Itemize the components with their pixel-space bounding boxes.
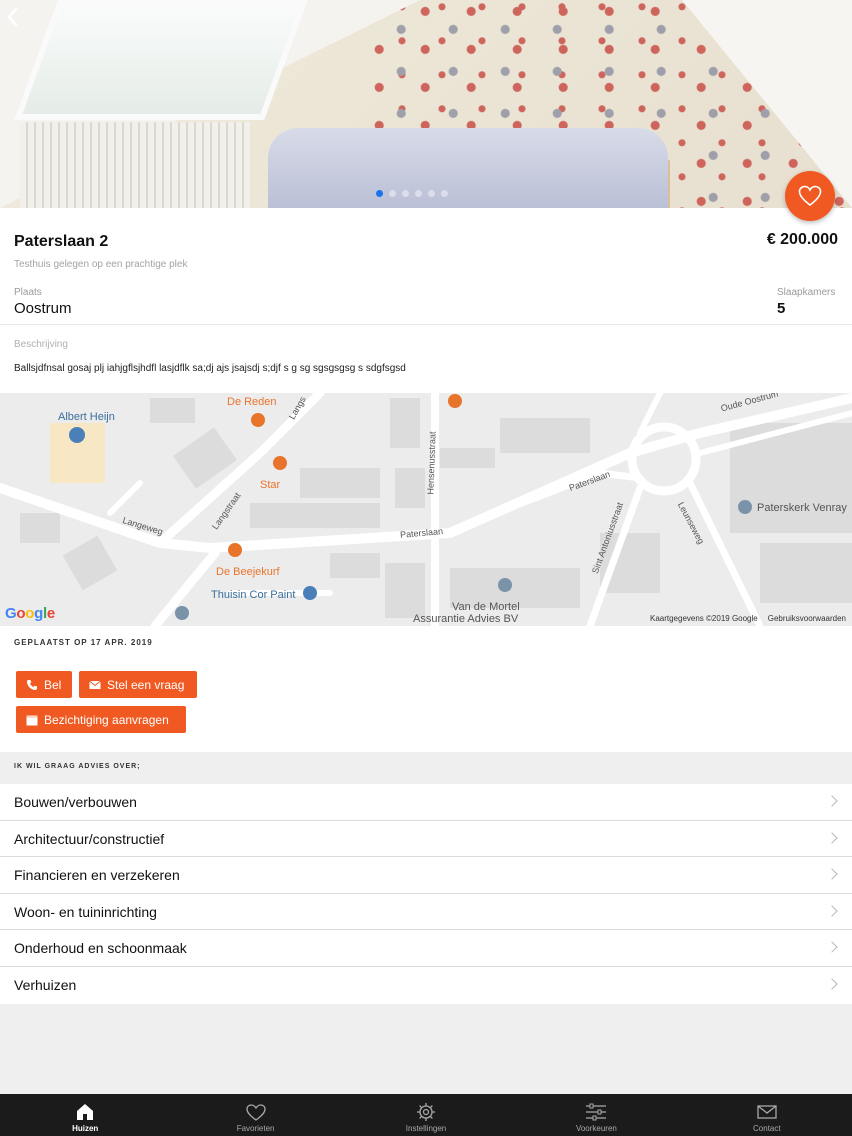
tab-huizen[interactable]: Huizen <box>0 1094 170 1136</box>
listing-info: Paterslaan 2 € 200.000 Testhuis gelegen … <box>0 208 852 393</box>
location-map[interactable]: Albert Heijn De Reden Star De Beejekurf … <box>0 393 852 626</box>
photo-pager-dot[interactable] <box>376 190 383 197</box>
advice-row-label: Financieren en verzekeren <box>14 867 180 884</box>
photo-window <box>14 0 308 120</box>
bedrooms-value: 5 <box>777 300 786 317</box>
divider <box>0 324 852 325</box>
mail-icon <box>757 1105 777 1119</box>
heart-icon <box>245 1104 266 1121</box>
gear-icon <box>417 1103 436 1121</box>
contact-actions: GEPLAATST OP 17 APR. 2019 Bel Stel een v… <box>0 626 852 752</box>
listing-subtitle: Testhuis gelegen op een prachtige plek <box>14 259 188 270</box>
map-label-assurantie: Assurantie Advies BV <box>413 613 519 625</box>
advice-row-label: Woon- en tuininrichting <box>14 903 157 920</box>
tab-label: Contact <box>753 1124 781 1133</box>
advice-row[interactable]: Onderhoud en schoonmaak <box>0 930 852 967</box>
tab-favorieten[interactable]: Favorieten <box>170 1094 340 1136</box>
tab-label: Instellingen <box>405 1124 447 1133</box>
photo-pager-dot[interactable] <box>441 190 448 197</box>
advice-row[interactable]: Woon- en tuininrichting <box>0 894 852 931</box>
photo-pager[interactable] <box>376 190 448 197</box>
call-button[interactable]: Bel <box>16 671 72 698</box>
place-label: Plaats <box>14 287 42 298</box>
map-terms-link[interactable]: Gebruiksvoorwaarden <box>768 614 846 623</box>
ask-question-label: Stel een vraag <box>107 677 185 692</box>
request-viewing-label: Bezichtiging aanvragen <box>44 712 169 727</box>
photo-pager-dot[interactable] <box>428 190 435 197</box>
advice-row[interactable]: Architectuur/constructief <box>0 821 852 858</box>
tab-voorkeuren[interactable]: Voorkeuren <box>511 1094 681 1136</box>
tab-contact[interactable]: Contact <box>682 1094 852 1136</box>
chevron-right-icon <box>826 978 838 990</box>
photo-radiator <box>20 122 250 208</box>
tab-instellingen[interactable]: Instellingen <box>341 1094 511 1136</box>
request-viewing-button[interactable]: Bezichtiging aanvragen <box>16 706 186 733</box>
favorite-button[interactable] <box>785 171 835 221</box>
back-button[interactable] <box>6 6 26 32</box>
tab-label: Favorieten <box>236 1124 275 1133</box>
map-label-paterskerk: Paterskerk Venray <box>757 502 847 514</box>
tab-bar: Huizen Favorieten Instellingen Voorkeuren Co… <box>0 1094 852 1136</box>
listing-price: € 200.000 <box>766 231 838 248</box>
advice-header-label: IK WIL GRAAG ADVIES OVER; <box>14 763 141 770</box>
advice-row-label: Onderhoud en schoonmaak <box>14 940 187 957</box>
map-data-credit: Kaartgegevens ©2019 Google <box>649 614 758 623</box>
map-label-de-beejekurf: De Beejekurf <box>216 566 280 578</box>
sliders-icon <box>586 1103 607 1121</box>
map-attribution: Kaartgegevens ©2019 Google Gebruiksvoorwa… <box>650 614 846 623</box>
map-label-thuisin: Thuisin Cor Paint <box>211 589 296 601</box>
chevron-right-icon <box>826 868 838 880</box>
advice-row[interactable]: Financieren en verzekeren <box>0 857 852 894</box>
call-button-label: Bel <box>44 677 62 692</box>
tab-label: Huizen <box>72 1124 99 1133</box>
advice-row-label: Architectuur/constructief <box>14 830 165 847</box>
map-label-star: Star <box>260 479 281 491</box>
map-label-de-reden: De Reden <box>227 396 277 408</box>
envelope-icon <box>89 680 101 689</box>
description-value: Ballsjdfnsal gosaj plj iahjgflsjhdfl las… <box>14 363 406 374</box>
advice-row[interactable]: Bouwen/verbouwen <box>0 784 852 821</box>
advice-list: Bouwen/verbouwen Architectuur/constructie… <box>0 784 852 1004</box>
photo-pager-dot[interactable] <box>402 190 409 197</box>
hero-photo[interactable] <box>0 0 852 208</box>
chevron-right-icon <box>826 831 838 844</box>
heart-icon <box>798 185 822 207</box>
bedrooms-label: Slaapkamers <box>777 287 836 298</box>
advice-row-label: Verhuizen <box>14 976 77 993</box>
chevron-right-icon <box>826 905 838 917</box>
chevron-right-icon <box>826 795 838 807</box>
map-label-van-de-mortel: Van de Mortel <box>452 601 520 613</box>
description-label: Beschrijving <box>14 339 68 350</box>
home-icon <box>77 1104 94 1120</box>
place-value: Oostrum <box>14 300 72 317</box>
posted-date: GEPLAATST OP 17 APR. 2019 <box>14 638 153 647</box>
advice-row[interactable]: Verhuizen <box>0 967 852 1004</box>
listing-title: Paterslaan 2 <box>14 233 109 250</box>
chevron-right-icon <box>826 941 838 954</box>
ask-question-button[interactable]: Stel een vraag <box>79 671 197 698</box>
google-logo: Google <box>5 605 55 622</box>
tab-label: Voorkeuren <box>575 1124 617 1133</box>
photo-bed <box>268 128 668 208</box>
photo-pager-dot[interactable] <box>415 190 422 197</box>
photo-pager-dot[interactable] <box>389 190 396 197</box>
calendar-icon <box>26 715 38 725</box>
advice-row-label: Bouwen/verbouwen <box>14 794 137 810</box>
advice-header: IK WIL GRAAG ADVIES OVER; <box>0 752 852 784</box>
map-streets <box>0 393 852 626</box>
chevron-left-icon <box>7 7 18 27</box>
map-label-albert-heijn: Albert Heijn <box>58 411 115 423</box>
phone-icon <box>27 679 37 690</box>
